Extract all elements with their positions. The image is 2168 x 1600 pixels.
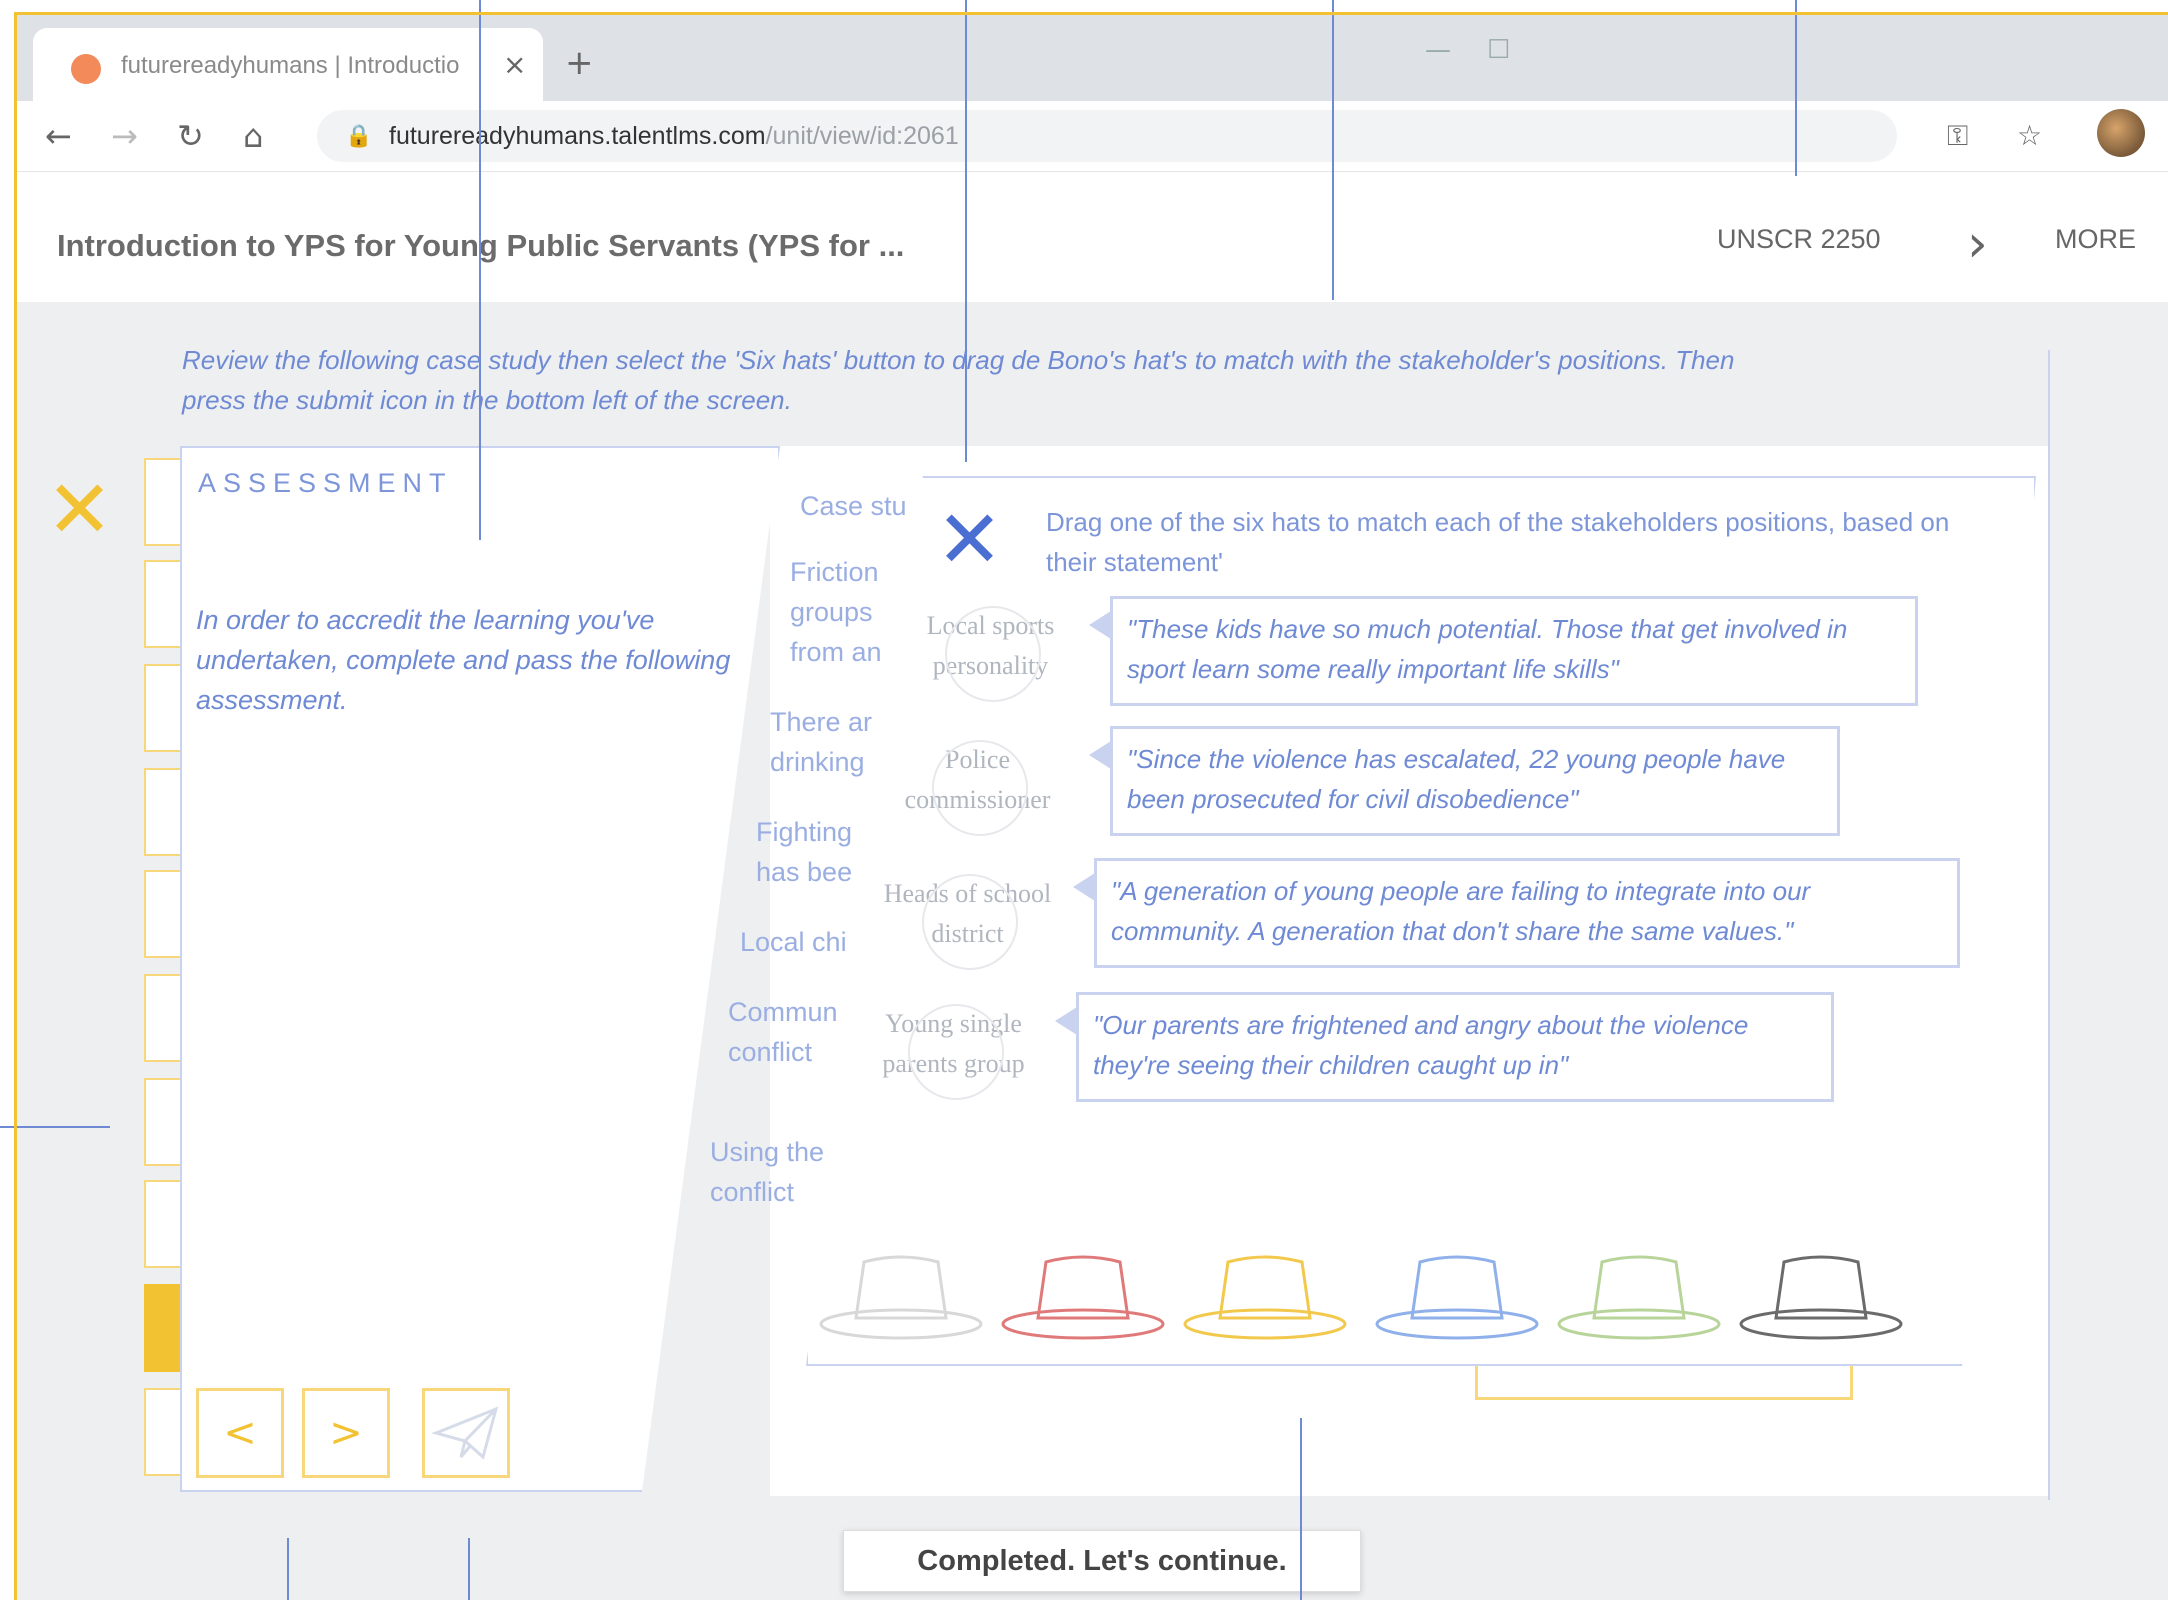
page-frame: [14, 12, 2168, 1600]
